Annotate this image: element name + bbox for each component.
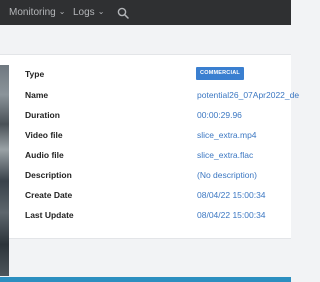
detail-row-last-update: Last Update 08/04/22 15:00:34 bbox=[0, 209, 291, 229]
chevron-down-icon: ⌄ bbox=[97, 7, 105, 16]
detail-row-description: Description (No description) bbox=[0, 169, 291, 189]
bottom-status-bar bbox=[0, 277, 291, 282]
nav-logs-label: Logs bbox=[73, 7, 95, 18]
top-navigation-bar: Monitoring ⌄ Logs ⌄ bbox=[0, 0, 291, 25]
create-date-value: 08/04/22 15:00:34 bbox=[197, 190, 266, 200]
name-label: Name bbox=[25, 90, 49, 100]
subheader-area bbox=[0, 25, 291, 54]
name-value[interactable]: potential26_07Apr2022_de bbox=[197, 89, 299, 101]
detail-row-type: Type COMMERCIAL bbox=[0, 67, 291, 88]
video-file-link[interactable]: slice_extra.mp4 bbox=[197, 129, 257, 141]
asset-details-panel: Type COMMERCIAL Name potential26_07Apr20… bbox=[0, 54, 299, 276]
detail-row-audio-file: Audio file slice_extra.flac bbox=[0, 149, 291, 169]
audio-file-label: Audio file bbox=[25, 150, 64, 160]
detail-row-video-file: Video file slice_extra.mp4 bbox=[0, 129, 291, 149]
last-update-label: Last Update bbox=[25, 210, 74, 220]
nav-monitoring-label: Monitoring bbox=[9, 7, 56, 18]
video-file-label: Video file bbox=[25, 130, 63, 140]
create-date-label: Create Date bbox=[25, 190, 73, 200]
detail-row-create-date: Create Date 08/04/22 15:00:34 bbox=[0, 189, 291, 209]
chevron-down-icon: ⌄ bbox=[58, 7, 66, 16]
detail-row-duration: Duration 00:00:29.96 bbox=[0, 109, 291, 129]
duration-label: Duration bbox=[25, 110, 60, 120]
detail-row-name: Name potential26_07Apr2022_de bbox=[0, 89, 299, 109]
audio-file-link[interactable]: slice_extra.flac bbox=[197, 149, 253, 161]
duration-value: 00:00:29.96 bbox=[197, 110, 242, 120]
description-value: (No description) bbox=[197, 170, 257, 180]
last-update-value: 08/04/22 15:00:34 bbox=[197, 210, 266, 220]
search-icon[interactable] bbox=[117, 7, 129, 19]
description-label: Description bbox=[25, 170, 72, 180]
nav-logs-menu[interactable]: Logs ⌄ bbox=[73, 0, 104, 25]
type-badge: COMMERCIAL bbox=[196, 67, 244, 80]
type-label: Type bbox=[25, 69, 45, 79]
nav-monitoring-menu[interactable]: Monitoring ⌄ bbox=[9, 0, 65, 25]
